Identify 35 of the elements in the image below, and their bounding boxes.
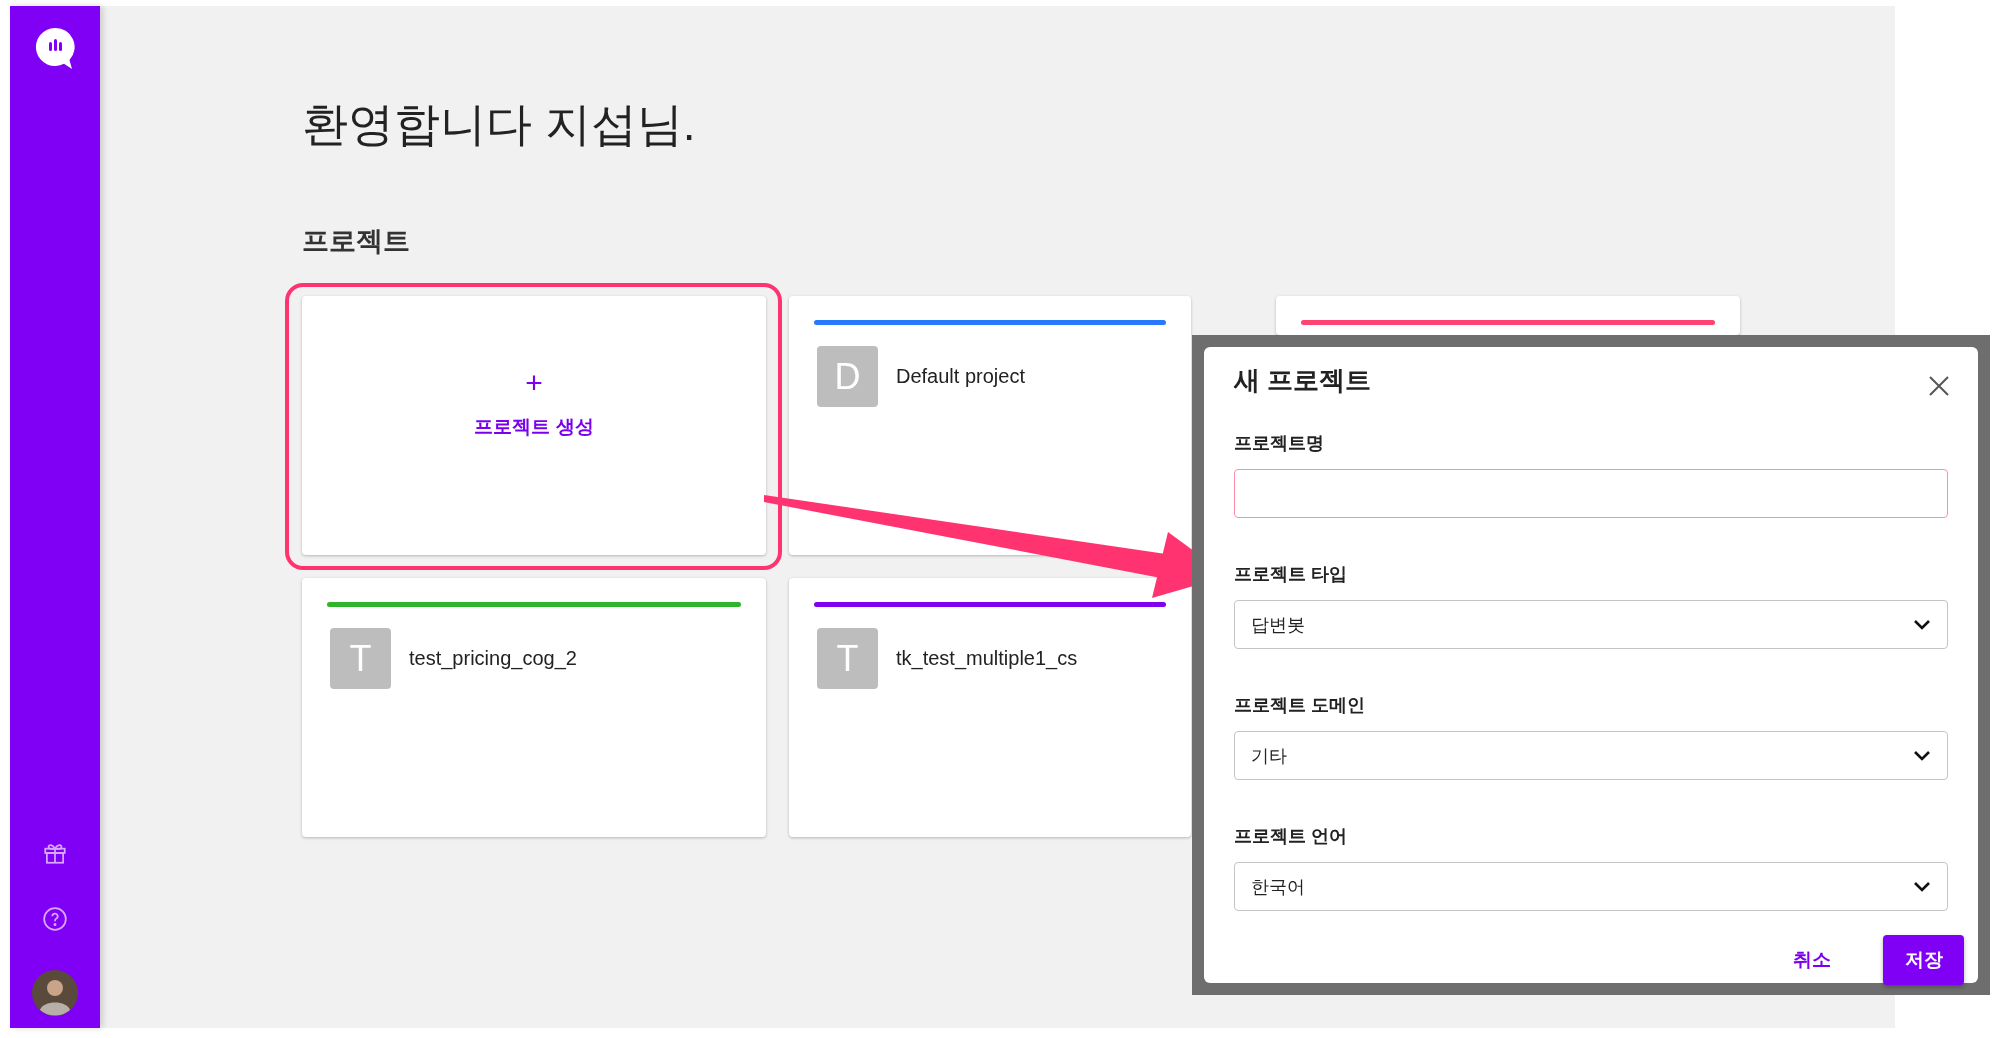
- create-project-card[interactable]: + 프로젝트 생성: [302, 296, 766, 555]
- project-name: Default project: [896, 365, 1025, 388]
- select-value: 답변봇: [1251, 613, 1305, 637]
- create-project-label: 프로젝트 생성: [474, 414, 594, 439]
- chevron-down-icon: [1913, 749, 1931, 762]
- project-initial: T: [330, 628, 391, 689]
- project-initial: D: [817, 346, 878, 407]
- project-name-input[interactable]: [1234, 469, 1948, 518]
- chevron-down-icon: [1913, 618, 1931, 631]
- field-label: 프로젝트명: [1234, 432, 1325, 455]
- welcome-heading: 환영합니다 지섭님.: [302, 97, 697, 152]
- select-field[interactable]: 기타: [1234, 731, 1948, 780]
- project-card[interactable]: D Default project: [789, 296, 1191, 555]
- select-field[interactable]: 답변봇: [1234, 600, 1948, 649]
- plus-symbol: +: [525, 365, 543, 400]
- project-name: test_pricing_cog_2: [409, 647, 577, 670]
- project-card[interactable]: T tk_test_multiple1_cs: [789, 578, 1191, 837]
- project-card[interactable]: [1276, 296, 1740, 335]
- project-card[interactable]: T test_pricing_cog_2: [302, 578, 766, 837]
- dialog-title: 새 프로젝트: [1234, 364, 1372, 397]
- select-value: 한국어: [1251, 875, 1305, 899]
- field-label: 프로젝트 도메인: [1234, 694, 1366, 717]
- cancel-button[interactable]: 취소: [1787, 946, 1837, 974]
- field-label: 프로젝트 타입: [1234, 563, 1348, 586]
- user-avatar[interactable]: [32, 970, 78, 1016]
- section-title: 프로젝트: [302, 225, 411, 258]
- project-name: tk_test_multiple1_cs: [896, 647, 1078, 670]
- select-field[interactable]: 한국어: [1234, 862, 1948, 911]
- chevron-down-icon: [1913, 880, 1931, 893]
- project-initial: T: [817, 628, 878, 689]
- help-icon[interactable]: [42, 906, 68, 932]
- chat-bubble-logo-icon[interactable]: [34, 26, 76, 70]
- save-button[interactable]: 저장: [1883, 935, 1964, 985]
- select-value: 기타: [1251, 744, 1287, 768]
- field-label: 프로젝트 언어: [1234, 825, 1348, 848]
